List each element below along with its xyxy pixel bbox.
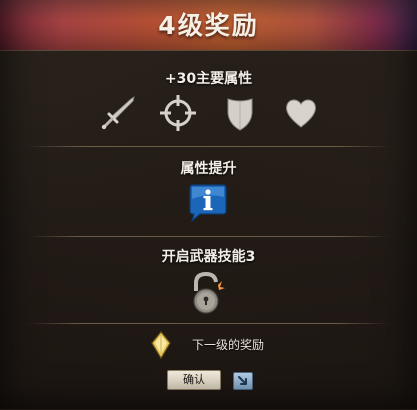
attribute-section-title: 属性提升 <box>180 161 237 177</box>
enter-key-icon[interactable] <box>233 372 253 390</box>
divider <box>26 323 391 324</box>
skill-section-title: 开启武器技能3 <box>161 249 256 265</box>
sword-icon <box>98 93 138 133</box>
unlock-icon <box>187 271 227 315</box>
info-icon <box>186 183 230 223</box>
window-title: 4级奖励 <box>158 11 259 40</box>
divider <box>26 236 391 237</box>
heart-icon <box>281 93 321 133</box>
shield-icon <box>220 93 260 133</box>
next-reward-label: 下一级的奖励 <box>192 338 265 352</box>
confirm-button[interactable]: 确认 <box>167 370 221 390</box>
crosshair-icon <box>158 93 198 133</box>
divider <box>26 146 391 147</box>
title-bar: 4级奖励 <box>0 0 417 50</box>
stats-section-title: +30主要属性 <box>164 71 253 87</box>
reward-panel <box>0 50 417 410</box>
gem-icon <box>150 331 172 360</box>
